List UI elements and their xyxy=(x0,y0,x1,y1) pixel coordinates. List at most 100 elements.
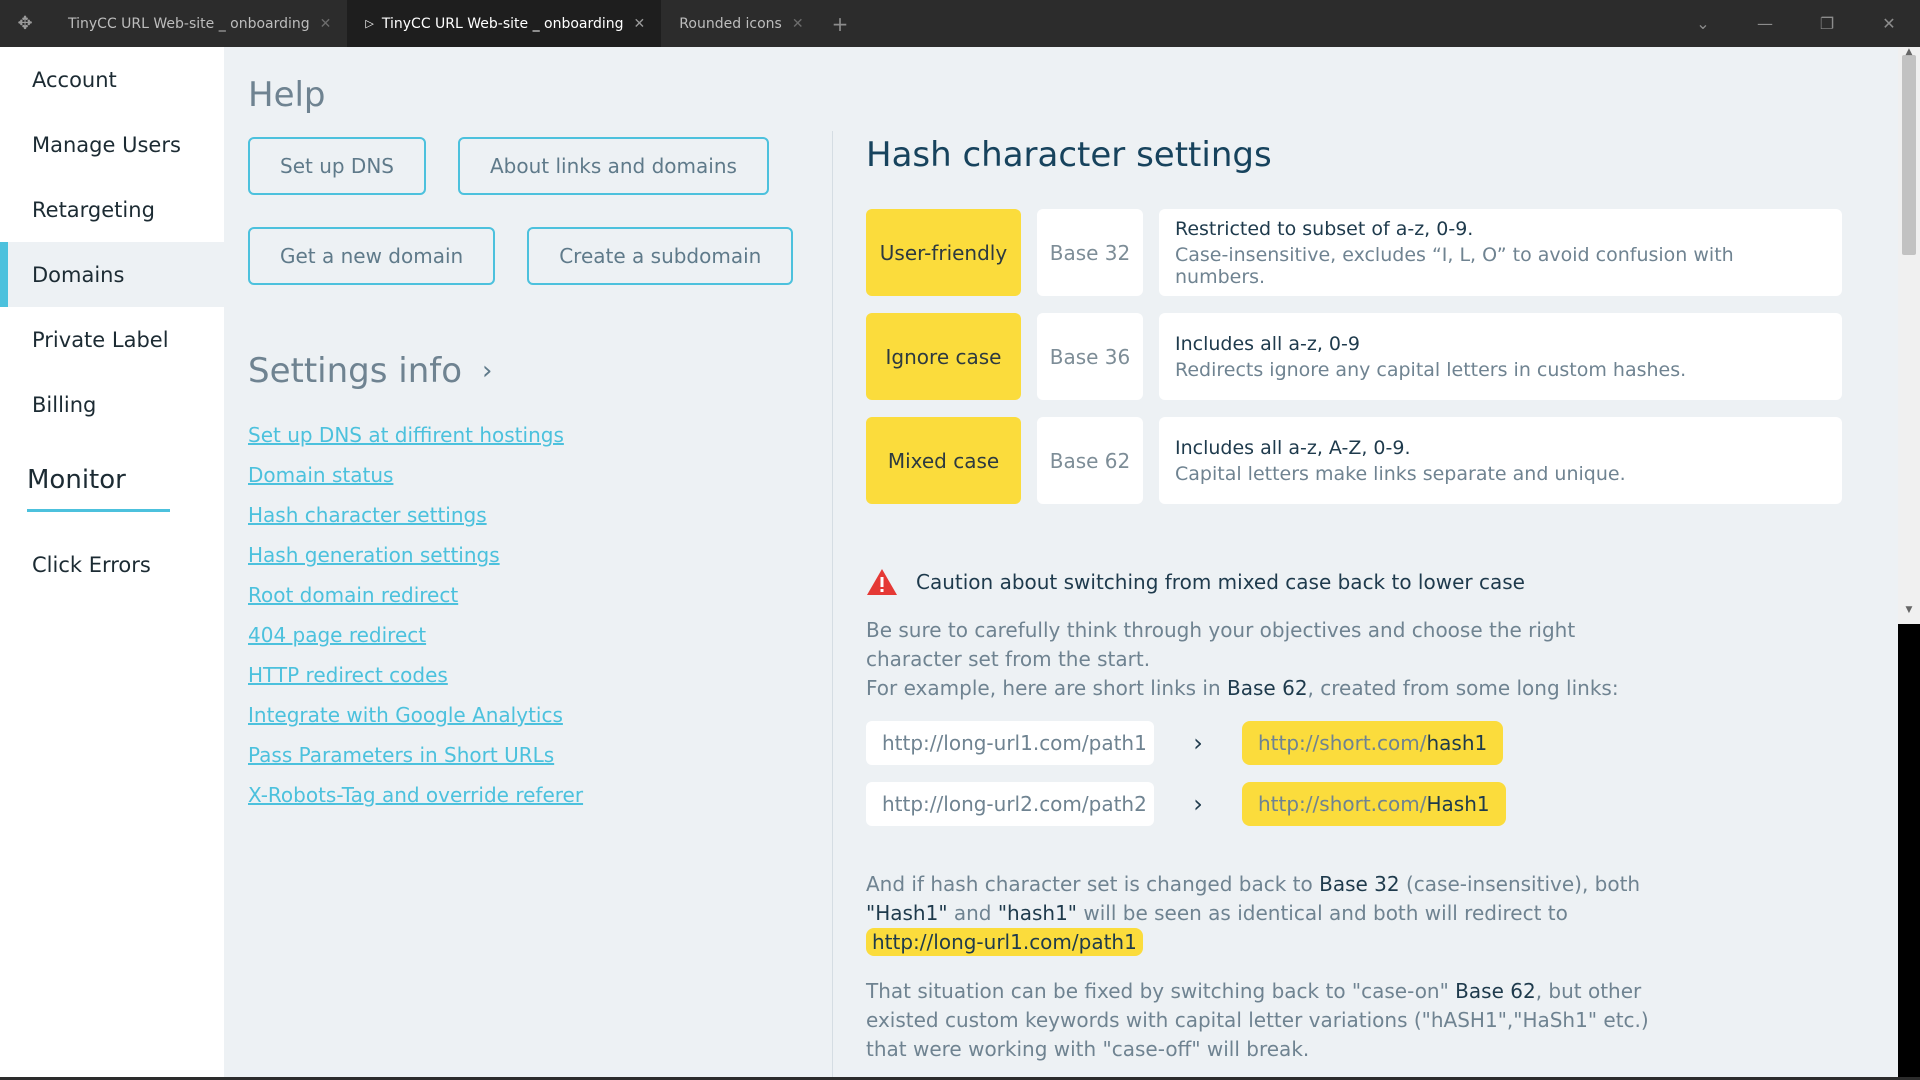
caution-paragraph: Be sure to carefully think through your … xyxy=(866,616,1666,703)
paragraph-text: Be sure to carefully think through your … xyxy=(866,618,1576,671)
set-up-dns-button[interactable]: Set up DNS xyxy=(248,137,426,195)
play-icon: ▷ xyxy=(365,17,374,30)
fix-paragraph: That situation can be fixed by switching… xyxy=(866,977,1666,1064)
close-icon[interactable]: ✕ xyxy=(634,16,646,32)
help-title: Help xyxy=(248,75,326,115)
settings-info-heading[interactable]: Settings info › xyxy=(248,351,808,391)
scrollbar-track[interactable]: ▲ ▼ xyxy=(1898,47,1920,624)
mode-description: Includes all a-z, 0-9 Redirects ignore a… xyxy=(1159,313,1842,400)
link-hash-character-settings[interactable]: Hash character settings xyxy=(248,503,487,527)
sidebar-item-retargeting[interactable]: Retargeting xyxy=(0,177,224,242)
chevron-right-icon: › xyxy=(1193,729,1203,757)
restore-icon[interactable]: ❐ xyxy=(1796,14,1858,33)
tab-label: Rounded icons xyxy=(679,15,782,32)
hash-setting-row: User-friendly Base 32 Restricted to subs… xyxy=(866,209,1846,296)
description-line-1: Includes all a-z, A-Z, 0-9. xyxy=(1175,436,1411,459)
minimize-icon[interactable]: — xyxy=(1734,14,1796,33)
about-links-and-domains-button[interactable]: About links and domains xyxy=(457,137,769,195)
description-line-2: Redirects ignore any capital letters in … xyxy=(1175,358,1687,381)
description-line-2: Case-insensitive, excludes “I, L, O” to … xyxy=(1175,243,1734,288)
link-google-analytics[interactable]: Integrate with Google Analytics xyxy=(248,703,563,727)
paragraph-text: , created from some long links: xyxy=(1307,676,1619,700)
help-panel: Help Set up DNS About links and domains … xyxy=(248,75,808,815)
sidebar-item-domains[interactable]: Domains xyxy=(0,242,224,307)
title-bar: ✥ TinyCC URL Web-site _ onboarding ✕ ▷ T… xyxy=(0,0,1920,47)
mode-chip: User-friendly xyxy=(866,209,1021,296)
description-line-2: Capital letters make links separate and … xyxy=(1175,462,1626,485)
sidebar-item-click-errors[interactable]: Click Errors xyxy=(0,532,224,597)
example-row: http://long-url2.com/path2 › http://shor… xyxy=(866,782,1846,826)
scroll-up-icon[interactable]: ▲ xyxy=(1898,47,1920,57)
link-root-domain-redirect[interactable]: Root domain redirect xyxy=(248,583,458,607)
caution-text: Caution about switching from mixed case … xyxy=(916,570,1525,594)
long-url: http://long-url2.com/path2 xyxy=(866,782,1154,826)
settings-links-list: Set up DNS at diffirent hostings Domain … xyxy=(248,415,808,815)
chevron-right-icon: › xyxy=(1193,790,1203,818)
figma-logo-icon[interactable]: ✥ xyxy=(0,0,50,47)
tab-rounded-icons[interactable]: Rounded icons ✕ xyxy=(661,0,819,47)
paragraph-text: and xyxy=(947,901,998,925)
highlighted-url: http://long-url1.com/path1 xyxy=(866,928,1143,956)
add-tab-button[interactable]: + xyxy=(820,0,861,47)
link-domain-status[interactable]: Domain status xyxy=(248,463,393,487)
close-icon[interactable]: ✕ xyxy=(320,16,332,32)
get-new-domain-button[interactable]: Get a new domain xyxy=(248,227,496,285)
description-line-1: Restricted to subset of a-z, 0-9. xyxy=(1175,217,1474,240)
sidebar-item-manage-users[interactable]: Manage Users xyxy=(0,112,224,177)
page-title: Hash character settings xyxy=(866,135,1272,175)
sidebar-item-private-label[interactable]: Private Label xyxy=(0,307,224,372)
link-set-up-dns-hostings[interactable]: Set up DNS at diffirent hostings xyxy=(248,423,564,447)
tab-label: TinyCC URL Web-site _ onboarding xyxy=(68,15,310,32)
hash-term: "hash1" xyxy=(997,901,1078,925)
sidebar: Account Manage Users Retargeting Domains… xyxy=(0,47,224,1077)
warning-icon xyxy=(867,569,897,595)
hash-setting-row: Ignore case Base 36 Includes all a-z, 0-… xyxy=(866,313,1846,400)
close-window-icon[interactable]: ✕ xyxy=(1858,14,1920,33)
example-row: http://long-url1.com/path1 › http://shor… xyxy=(866,721,1846,765)
caution-heading: Caution about switching from mixed case … xyxy=(866,568,1846,596)
mode-chip: Ignore case xyxy=(866,313,1021,400)
tab-onboarding-2[interactable]: ▷ TinyCC URL Web-site _ onboarding ✕ xyxy=(347,0,662,47)
short-url-prefix: http://short.com/ xyxy=(1258,792,1427,816)
link-pass-parameters[interactable]: Pass Parameters in Short URLs xyxy=(248,743,554,767)
sidebar-section-monitor: Monitor xyxy=(27,465,170,512)
main-content: Hash character settings User-friendly Ba… xyxy=(866,135,1846,1064)
link-404-page-redirect[interactable]: 404 page redirect xyxy=(248,623,426,647)
scrollbar[interactable]: ▲ ▼ xyxy=(1898,47,1920,1077)
mode-description: Includes all a-z, A-Z, 0-9. Capital lett… xyxy=(1159,417,1842,504)
link-x-robots-tag[interactable]: X-Robots-Tag and override referer xyxy=(248,783,583,807)
chevron-down-icon[interactable]: ⌄ xyxy=(1672,14,1734,33)
paragraph-text: For example, here are short links in xyxy=(866,676,1228,700)
mode-chip: Mixed case xyxy=(866,417,1021,504)
base-32-term: Base 32 xyxy=(1319,872,1400,896)
short-url-prefix: http://short.com/ xyxy=(1258,731,1427,755)
scrollbar-thumb[interactable] xyxy=(1902,55,1916,255)
scroll-down-icon[interactable]: ▼ xyxy=(1898,605,1920,615)
sidebar-item-billing[interactable]: Billing xyxy=(0,372,224,437)
link-http-redirect-codes[interactable]: HTTP redirect codes xyxy=(248,663,448,687)
paragraph-text: (case-insensitive), both xyxy=(1399,872,1641,896)
hash-setting-row: Mixed case Base 62 Includes all a-z, A-Z… xyxy=(866,417,1846,504)
column-divider xyxy=(832,131,833,1080)
short-url-hash: Hash1 xyxy=(1426,792,1490,816)
switch-back-paragraph: And if hash character set is changed bac… xyxy=(866,870,1666,957)
base-chip: Base 32 xyxy=(1037,209,1143,296)
short-url-hash: hash1 xyxy=(1426,731,1488,755)
tab-onboarding-1[interactable]: TinyCC URL Web-site _ onboarding ✕ xyxy=(50,0,347,47)
mode-description: Restricted to subset of a-z, 0-9. Case-i… xyxy=(1159,209,1842,296)
base-chip: Base 36 xyxy=(1037,313,1143,400)
long-url: http://long-url1.com/path1 xyxy=(866,721,1154,765)
paragraph-text: That situation can be fixed by switching… xyxy=(866,979,1456,1003)
close-icon[interactable]: ✕ xyxy=(792,16,804,32)
hash-term: "Hash1" xyxy=(866,901,948,925)
settings-info-title: Settings info xyxy=(248,351,463,391)
sidebar-item-account[interactable]: Account xyxy=(0,47,224,112)
app-area: Account Manage Users Retargeting Domains… xyxy=(0,47,1898,1080)
link-hash-generation-settings[interactable]: Hash generation settings xyxy=(248,543,500,567)
short-url: http://short.com/hash1 xyxy=(1242,721,1504,765)
create-subdomain-button[interactable]: Create a subdomain xyxy=(527,227,794,285)
base-62-term: Base 62 xyxy=(1455,979,1536,1003)
chevron-right-icon: › xyxy=(482,356,493,386)
short-url: http://short.com/Hash1 xyxy=(1242,782,1506,826)
paragraph-text: will be seen as identical and both will … xyxy=(1077,901,1568,925)
